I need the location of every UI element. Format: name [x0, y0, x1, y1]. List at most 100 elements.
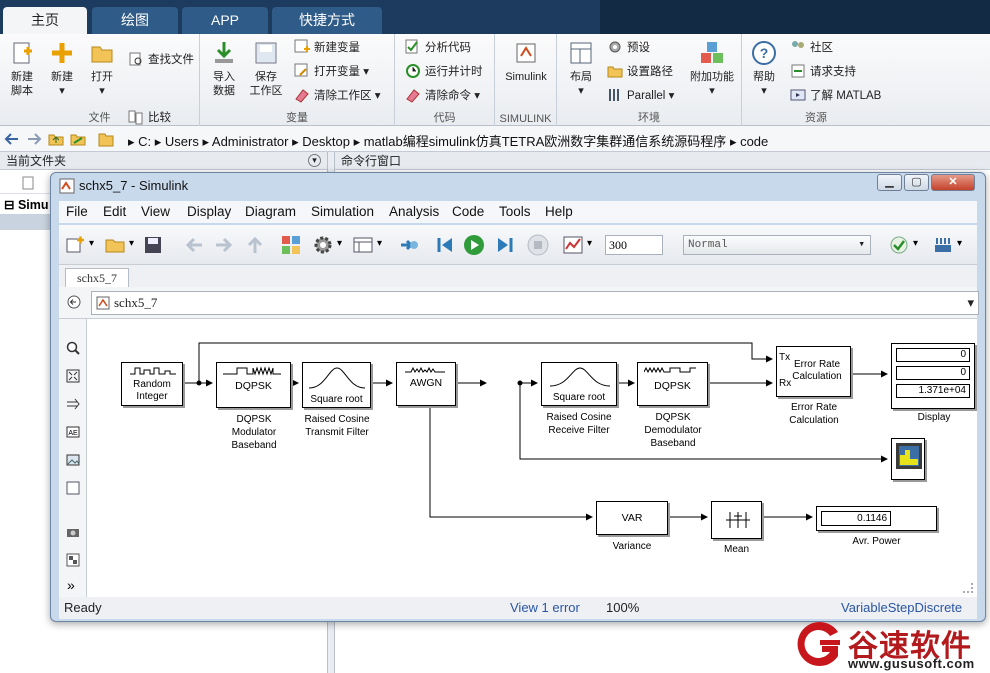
- status-solver[interactable]: VariableStepDiscrete: [841, 600, 962, 615]
- menu-diagram[interactable]: Diagram: [245, 204, 296, 219]
- minimize-button[interactable]: ▁: [877, 174, 902, 191]
- image-icon[interactable]: [66, 453, 80, 467]
- model-advisor-icon[interactable]: [889, 235, 909, 255]
- back-icon[interactable]: [185, 235, 205, 255]
- block-rc-transmit-filter[interactable]: Square root: [302, 362, 371, 408]
- tab-apps[interactable]: APP: [182, 7, 268, 34]
- annotation-icon[interactable]: AE: [66, 425, 80, 439]
- arrow-icon[interactable]: [66, 397, 80, 411]
- block-variance[interactable]: VAR: [596, 501, 668, 535]
- addons-button[interactable]: 附加功能 ▾: [685, 40, 739, 98]
- menu-simulation[interactable]: Simulation: [311, 204, 374, 219]
- clear-workspace-button[interactable]: 清除工作区 ▾: [294, 86, 380, 106]
- simulink-button[interactable]: Simulink: [497, 40, 555, 84]
- canvas-resize-grip[interactable]: [963, 583, 973, 593]
- block-avr-power[interactable]: 0.1146: [816, 506, 937, 531]
- pane-menu-icon[interactable]: ▾: [308, 154, 321, 167]
- menu-view[interactable]: View: [141, 204, 170, 219]
- find-files-button[interactable]: 查找文件: [128, 50, 194, 70]
- root-folder-icon[interactable]: [98, 131, 114, 147]
- step-back-icon[interactable]: [435, 235, 455, 255]
- menu-edit[interactable]: Edit: [103, 204, 126, 219]
- block-mean[interactable]: [711, 501, 762, 539]
- stop-time-input[interactable]: [605, 235, 663, 255]
- camera-icon[interactable]: [66, 525, 80, 539]
- tab-model[interactable]: schx5_7: [65, 268, 129, 287]
- up-level-icon[interactable]: [245, 235, 265, 255]
- maximize-button[interactable]: ▢: [904, 174, 929, 191]
- chevron-down-icon[interactable]: ▾: [913, 238, 918, 249]
- chevron-down-icon[interactable]: ▾: [337, 238, 342, 249]
- breadcrumb-item[interactable]: Administrator: [212, 134, 289, 149]
- block-dqpsk-modulator[interactable]: DQPSK: [216, 362, 291, 408]
- area-icon[interactable]: [66, 481, 80, 495]
- close-button[interactable]: ✕: [931, 174, 975, 191]
- menu-tools[interactable]: Tools: [499, 204, 531, 219]
- save-icon[interactable]: [143, 235, 163, 255]
- run-icon[interactable]: [463, 234, 485, 256]
- chevron-down-icon[interactable]: ▾: [967, 292, 974, 314]
- new-button[interactable]: 新建 ▾: [42, 40, 82, 98]
- block-rc-receive-filter[interactable]: Square root: [541, 362, 617, 406]
- zoom-icon[interactable]: [66, 341, 80, 355]
- block-display[interactable]: 0 0 1.371e+04: [891, 343, 975, 409]
- stop-icon[interactable]: [527, 234, 549, 256]
- chevron-down-icon[interactable]: ▾: [957, 238, 962, 249]
- block-scope[interactable]: [891, 438, 925, 480]
- breadcrumb-item[interactable]: Desktop: [302, 134, 350, 149]
- preferences-button[interactable]: 预设: [607, 38, 650, 58]
- status-errors-link[interactable]: View 1 error: [510, 600, 580, 615]
- sim-data-inspector-icon[interactable]: [563, 235, 583, 255]
- block-random-integer[interactable]: Random Integer: [121, 362, 183, 406]
- chevron-down-icon[interactable]: ▾: [587, 238, 592, 249]
- import-data-button[interactable]: 导入 数据: [204, 40, 244, 98]
- chevron-down-icon[interactable]: ▾: [129, 238, 134, 249]
- new-variable-button[interactable]: 新建变量: [294, 38, 360, 58]
- simulink-title-bar[interactable]: schx5_7 - Simulink ▁ ▢ ✕: [51, 173, 985, 199]
- menu-help[interactable]: Help: [545, 204, 573, 219]
- expand-palette-icon[interactable]: »: [67, 577, 75, 593]
- open-folder-icon[interactable]: [105, 235, 125, 255]
- tab-shortcuts[interactable]: 快捷方式: [272, 7, 382, 34]
- browse-folder-icon[interactable]: [70, 131, 86, 147]
- update-diagram-icon[interactable]: [399, 235, 419, 255]
- up-folder-icon[interactable]: [48, 131, 64, 147]
- help-button[interactable]: ? 帮助 ▾: [744, 40, 784, 98]
- parallel-button[interactable]: Parallel ▾: [607, 86, 674, 106]
- chevron-down-icon[interactable]: ▾: [89, 238, 94, 249]
- save-workspace-button[interactable]: 保存 工作区: [246, 40, 286, 98]
- model-path-bar[interactable]: schx5_7 ▾: [91, 291, 979, 315]
- layout-button[interactable]: 布局 ▾: [561, 40, 601, 98]
- sim-mode-select[interactable]: Normal ▾: [683, 235, 871, 255]
- breadcrumb-item[interactable]: C:: [138, 134, 151, 149]
- set-path-button[interactable]: 设置路径: [607, 62, 673, 82]
- new-script-button[interactable]: 新建 脚本: [2, 40, 42, 98]
- community-button[interactable]: 社区: [790, 38, 833, 58]
- block-error-rate-calculation[interactable]: Tx Rx Error Rate Calculation: [776, 346, 851, 397]
- clear-commands-button[interactable]: 清除命令 ▾: [405, 86, 480, 106]
- tree-collapse-icon[interactable]: ⊟: [4, 198, 18, 212]
- open-button[interactable]: 打开 ▾: [82, 40, 122, 98]
- breadcrumb-item[interactable]: matlab编程simulink仿真TETRA欧洲数字集群通信系统源码程序: [364, 134, 727, 149]
- breadcrumb-item[interactable]: code: [740, 134, 768, 149]
- tab-home[interactable]: 主页: [3, 7, 87, 34]
- hide-browser-icon[interactable]: [67, 295, 81, 309]
- forward-icon[interactable]: [213, 235, 233, 255]
- library-browser-icon[interactable]: [281, 235, 301, 255]
- build-model-icon[interactable]: [933, 235, 953, 255]
- step-forward-icon[interactable]: [495, 235, 515, 255]
- tab-plots[interactable]: 绘图: [92, 7, 178, 34]
- menu-analysis[interactable]: Analysis: [389, 204, 439, 219]
- gear-icon[interactable]: [313, 235, 333, 255]
- analyze-code-button[interactable]: 分析代码: [405, 38, 471, 58]
- menu-code[interactable]: Code: [452, 204, 484, 219]
- run-time-button[interactable]: 运行并计时: [405, 62, 483, 82]
- back-arrow-icon[interactable]: [4, 131, 20, 147]
- learn-matlab-button[interactable]: 了解 MATLAB: [790, 86, 881, 106]
- request-support-button[interactable]: 请求支持: [790, 62, 856, 82]
- breadcrumb-item[interactable]: Users: [165, 134, 199, 149]
- menu-display[interactable]: Display: [187, 204, 231, 219]
- model-browser-icon[interactable]: [66, 553, 80, 567]
- forward-arrow-icon[interactable]: [26, 131, 42, 147]
- block-awgn[interactable]: AWGN: [396, 362, 456, 406]
